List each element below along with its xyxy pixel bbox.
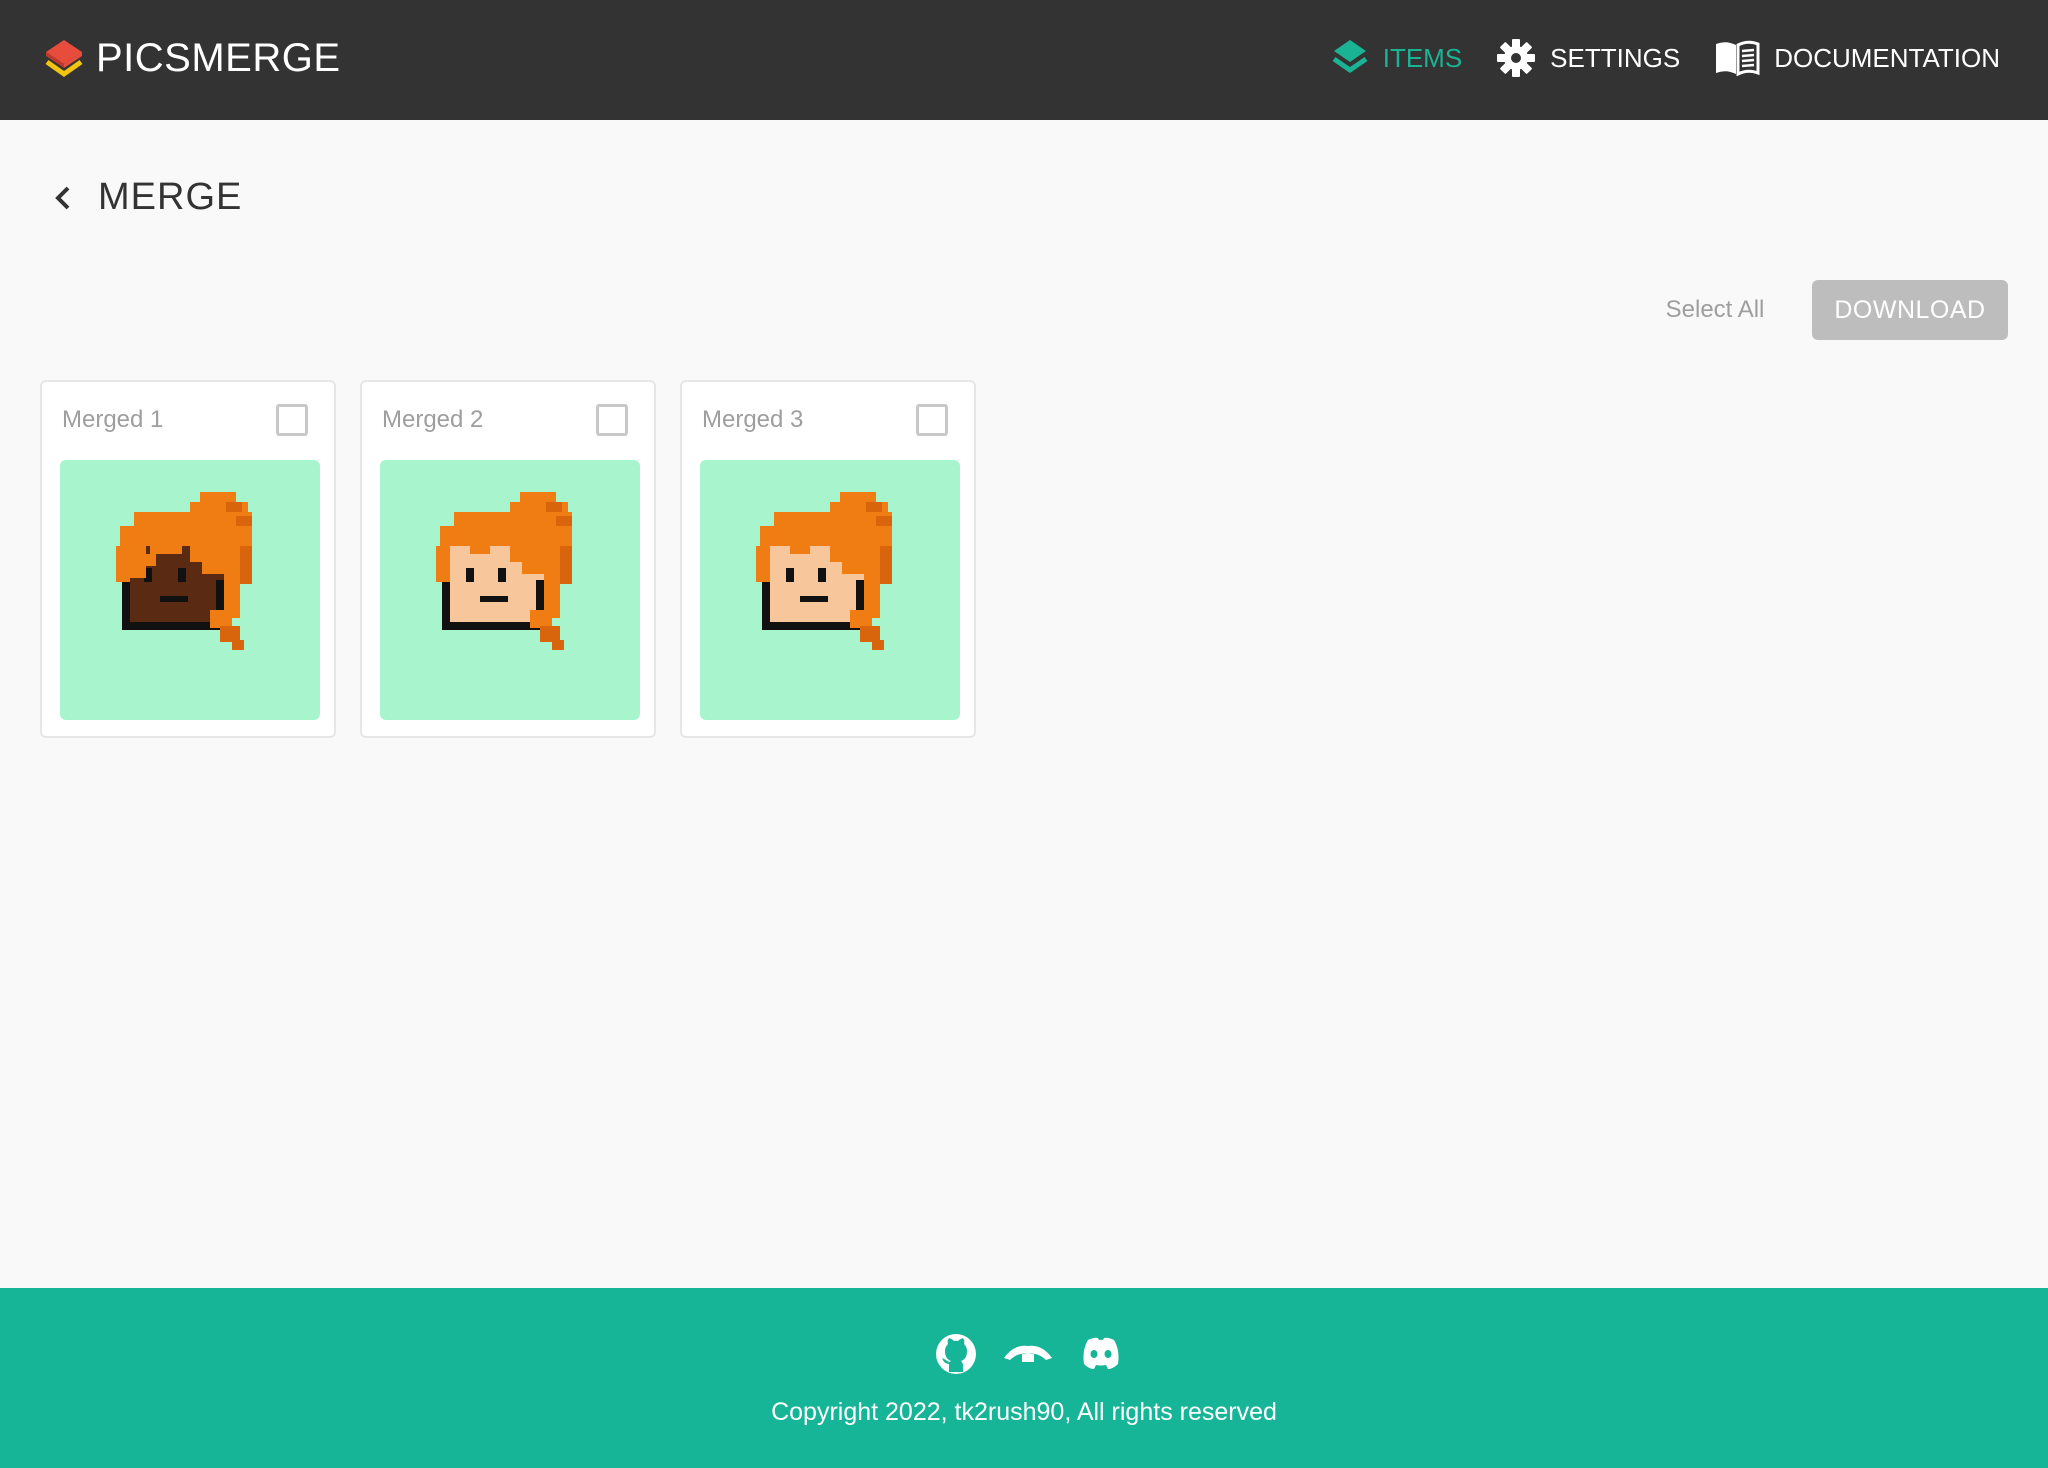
- card-checkbox[interactable]: [916, 404, 948, 436]
- app-header: PICSMERGE ITEMS SETTINGS DOCUMENTATION: [0, 0, 2048, 120]
- nav-item-label: SETTINGS: [1550, 42, 1681, 73]
- chevron-left-icon[interactable]: [50, 183, 76, 213]
- pixel-avatar-light: [436, 492, 572, 650]
- merged-image: [700, 460, 960, 720]
- nav-item-documentation[interactable]: DOCUMENTATION: [1714, 40, 2000, 76]
- copyright-text: Copyright 2022, tk2rush90, All rights re…: [771, 1398, 1277, 1426]
- merged-image: [60, 460, 320, 720]
- merged-card[interactable]: Merged 2: [360, 380, 656, 738]
- pixel-avatar-light: [756, 492, 892, 650]
- nav-item-label: ITEMS: [1382, 42, 1463, 73]
- card-checkbox[interactable]: [276, 404, 308, 436]
- discord-icon[interactable]: [1078, 1334, 1124, 1379]
- card-label: Merged 2: [382, 406, 484, 433]
- card-label: Merged 3: [702, 406, 804, 433]
- gear-icon: [1497, 39, 1536, 77]
- page-title: MERGE: [98, 176, 243, 218]
- layers-logo-icon: [45, 39, 83, 77]
- main-nav: ITEMS SETTINGS DOCUMENTATION: [1297, 38, 2000, 78]
- app-name: PICSMERGE: [96, 36, 341, 80]
- social-links: [934, 1332, 1148, 1381]
- app-logo[interactable]: PICSMERGE: [44, 36, 341, 81]
- page-footer: Copyright 2022, tk2rush90, All rights re…: [0, 1288, 2048, 1468]
- merged-card[interactable]: Merged 3: [680, 380, 976, 738]
- nav-item-settings[interactable]: SETTINGS: [1496, 38, 1680, 78]
- merged-card[interactable]: Merged 1: [40, 380, 336, 738]
- card-checkbox[interactable]: [596, 404, 628, 436]
- github-icon[interactable]: [934, 1332, 978, 1381]
- nav-item-items[interactable]: ITEMS: [1331, 38, 1462, 78]
- layers-icon: [1332, 40, 1368, 74]
- merged-image: [380, 460, 640, 720]
- book-icon: [1716, 40, 1760, 76]
- opensea-icon[interactable]: [1002, 1332, 1054, 1381]
- nav-item-label: DOCUMENTATION: [1774, 42, 2000, 73]
- card-label: Merged 1: [62, 406, 164, 433]
- pixel-avatar-dark: [116, 492, 252, 650]
- select-all-button[interactable]: Select All: [1640, 280, 1790, 340]
- page-header: MERGE: [50, 176, 242, 219]
- download-button[interactable]: DOWNLOAD: [1812, 280, 2008, 340]
